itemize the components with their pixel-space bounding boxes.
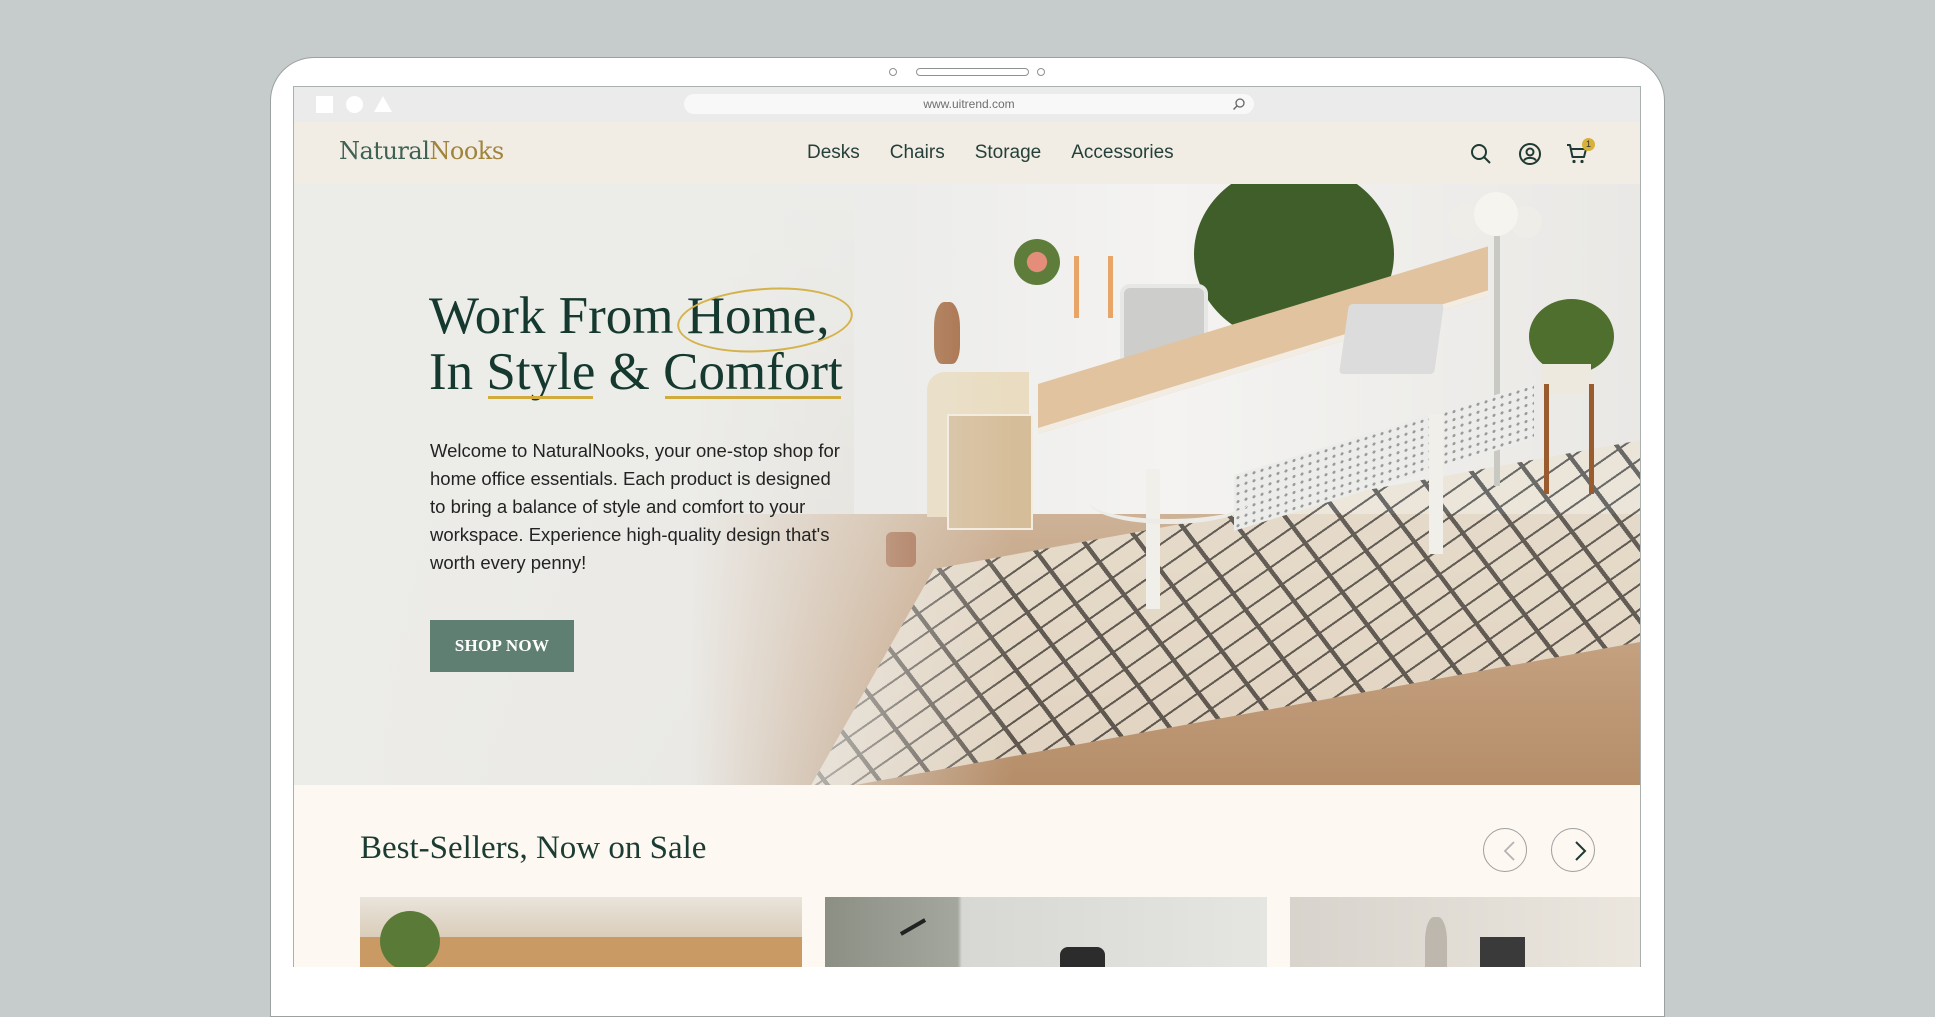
- hero-description: Welcome to NaturalNooks, your one-stop s…: [430, 440, 840, 573]
- candle-image: [1108, 256, 1113, 318]
- speaker-slot: [916, 68, 1029, 76]
- card-plant: [380, 911, 440, 967]
- hero-small-plant-image: [1529, 299, 1614, 374]
- camera-dot-left: [889, 68, 897, 76]
- main-nav: Desks Chairs Storage Accessories: [807, 142, 1174, 164]
- product-card-image[interactable]: [1290, 897, 1640, 967]
- card-books: [1480, 937, 1525, 967]
- site-logo[interactable]: NaturalNooks: [339, 137, 504, 165]
- card-lamp: [899, 918, 927, 936]
- laptop-image: [1339, 304, 1444, 374]
- address-search-icon[interactable]: [1232, 97, 1246, 111]
- headline-word-style: Style: [486, 343, 596, 401]
- address-bar[interactable]: www.uitrend.com: [684, 94, 1254, 114]
- headline-word-home: Home,: [686, 287, 830, 345]
- logo-part-natural: Natural: [339, 137, 430, 165]
- product-card-image[interactable]: [360, 897, 802, 967]
- window-square-icon[interactable]: [316, 96, 333, 113]
- flowers-image: [1014, 239, 1060, 285]
- headline-word-work-from: Work From: [429, 287, 687, 345]
- headline-line-2: In Style & Comfort: [429, 344, 843, 400]
- site-header: NaturalNooks Desks Chairs Storage Access…: [294, 122, 1640, 184]
- browser-screen: www.uitrend.com NaturalNooks Desks Chair…: [293, 86, 1641, 967]
- hero-banner: Work From Home, In Style & Comfort Welco…: [294, 184, 1640, 785]
- browser-bar: www.uitrend.com: [294, 87, 1640, 122]
- chevron-right-icon: [1575, 841, 1587, 861]
- lamp-image: [1474, 192, 1518, 236]
- card-vase: [1425, 917, 1447, 967]
- shop-now-button[interactable]: SHOP NOW: [430, 620, 574, 672]
- chair-base-image: [1089, 479, 1249, 524]
- card-chair: [1060, 947, 1105, 967]
- bestsellers-title: Best-Sellers, Now on Sale: [360, 830, 707, 866]
- nav-accessories[interactable]: Accessories: [1071, 142, 1173, 164]
- user-icon[interactable]: [1518, 142, 1542, 166]
- nav-storage[interactable]: Storage: [975, 142, 1042, 164]
- headline-line-1: Work From Home,: [429, 288, 843, 344]
- window-circle-icon[interactable]: [346, 96, 363, 113]
- window-triangle-icon[interactable]: [374, 96, 392, 112]
- headline-word-and: &: [595, 343, 664, 401]
- nav-chairs[interactable]: Chairs: [890, 142, 945, 164]
- carousel-prev-button[interactable]: [1483, 828, 1527, 872]
- chevron-left-icon: [1503, 841, 1515, 861]
- nav-desks[interactable]: Desks: [807, 142, 860, 164]
- search-icon[interactable]: [1469, 142, 1493, 166]
- candle-image: [1074, 256, 1079, 318]
- logo-part-nooks: Nooks: [429, 137, 504, 165]
- camera-dot-right: [1037, 68, 1045, 76]
- desk-leg-image: [1429, 414, 1443, 554]
- carousel-next-button[interactable]: [1551, 828, 1595, 872]
- address-text: www.uitrend.com: [923, 97, 1015, 111]
- hero-headline: Work From Home, In Style & Comfort: [429, 288, 843, 400]
- headline-word-comfort: Comfort: [663, 343, 843, 401]
- plant-stand-image: [1544, 384, 1594, 494]
- cart-count-badge: 1: [1582, 138, 1595, 151]
- headline-word-in: In: [429, 343, 487, 401]
- product-card-image[interactable]: [825, 897, 1267, 967]
